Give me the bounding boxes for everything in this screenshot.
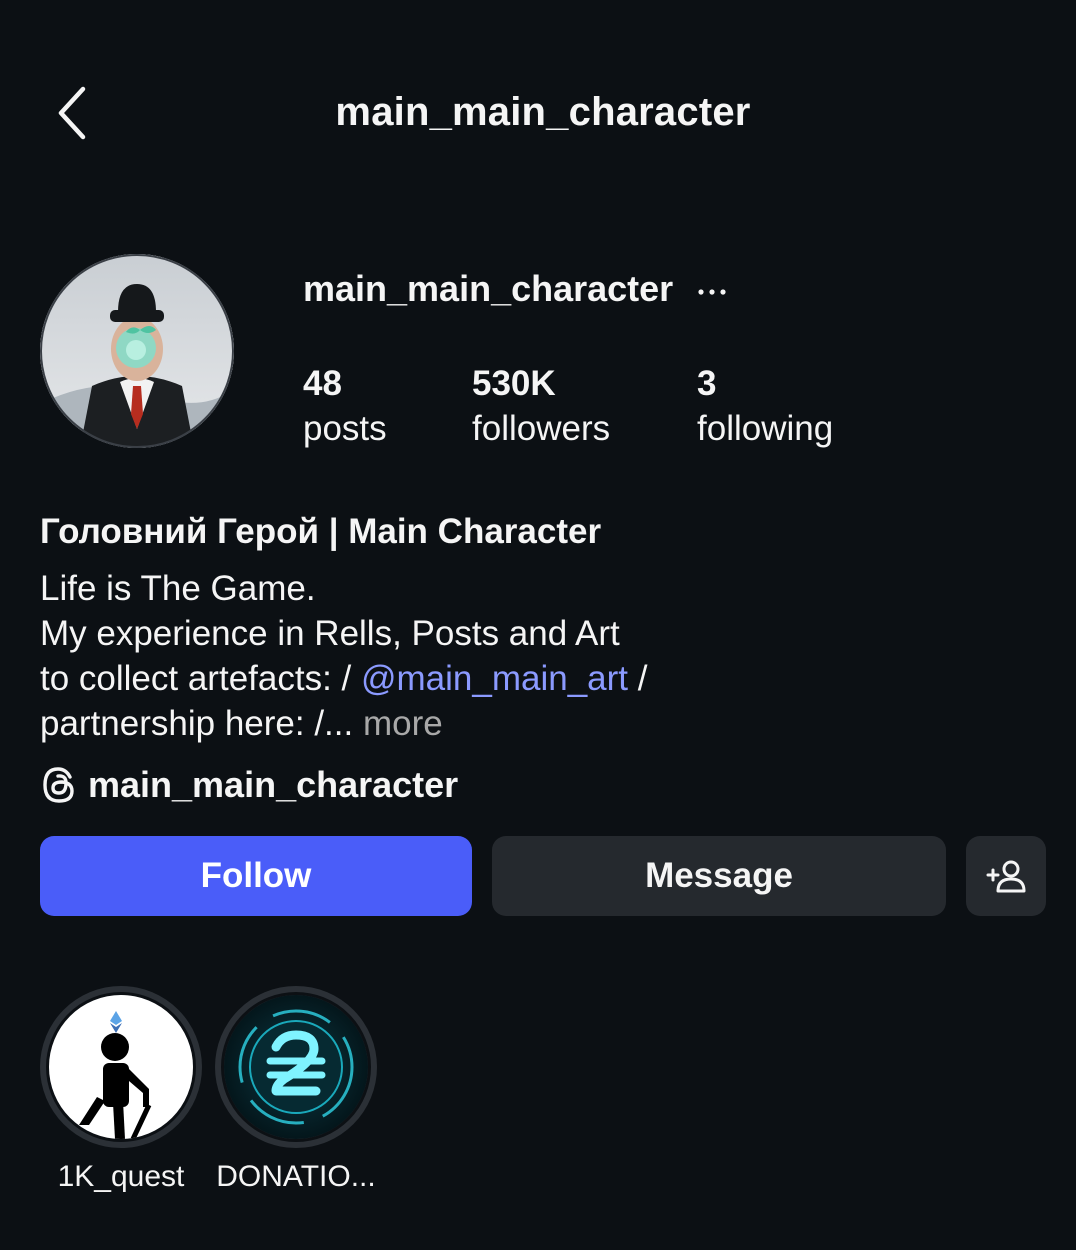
walking-person-icon bbox=[49, 995, 193, 1139]
bio-text-segment: partnership here: /... bbox=[40, 704, 363, 743]
add-user-icon bbox=[986, 860, 1026, 893]
stat-value: 530K bbox=[472, 364, 556, 403]
bio-line: My experience in Rells, Posts and Art bbox=[40, 614, 620, 653]
message-button[interactable]: Message bbox=[492, 836, 946, 916]
stat-label: following bbox=[697, 409, 834, 448]
bio-text-segment: / bbox=[628, 659, 648, 698]
suggested-users-button[interactable] bbox=[966, 836, 1046, 916]
highlight-1k-quest[interactable]: 1K_quest bbox=[40, 986, 202, 1194]
profile-username: main_main_character bbox=[303, 268, 674, 309]
threads-icon bbox=[43, 767, 74, 803]
highlight-ring bbox=[215, 986, 377, 1148]
stat-following[interactable]: 3 following bbox=[697, 362, 833, 452]
ellipsis-icon bbox=[698, 289, 726, 295]
stat-followers[interactable]: 530K followers bbox=[472, 362, 610, 452]
stat-label: followers bbox=[472, 409, 611, 448]
avatar[interactable] bbox=[40, 254, 234, 448]
page-title: main_main_character bbox=[335, 90, 751, 134]
highlight-ring bbox=[40, 986, 202, 1148]
bio-line: to collect artefacts: / @main_main_art / bbox=[40, 656, 647, 701]
top-bar: main_main_character bbox=[0, 0, 1076, 230]
highlight-label: 1K_quest bbox=[57, 1160, 185, 1193]
stat-value: 3 bbox=[697, 364, 717, 403]
more-options-button[interactable] bbox=[692, 272, 732, 312]
stat-posts[interactable]: 48 posts bbox=[303, 362, 387, 452]
bio-text: Life is The Game. My experience in Rells… bbox=[40, 566, 647, 746]
bio-line: partnership here: /... more bbox=[40, 701, 647, 746]
bio-line: Life is The Game. bbox=[40, 569, 316, 608]
bio-text-segment: to collect artefacts: / bbox=[40, 659, 361, 698]
bio-full-name: Головний Герой | Main Character bbox=[40, 512, 602, 551]
threads-username: main_main_character bbox=[88, 764, 459, 805]
highlight-cover bbox=[46, 992, 196, 1142]
highlight-label: DONATIO... bbox=[216, 1160, 376, 1193]
highlight-donation[interactable]: DONATIO... bbox=[215, 986, 377, 1194]
stat-value: 48 bbox=[303, 364, 342, 403]
threads-link[interactable]: main_main_character bbox=[40, 764, 458, 806]
avatar-image bbox=[40, 254, 234, 448]
follow-button[interactable]: Follow bbox=[40, 836, 472, 916]
highlight-cover bbox=[221, 992, 371, 1142]
hryvnia-icon bbox=[224, 995, 368, 1139]
more-link[interactable]: more bbox=[363, 704, 443, 743]
stat-label: posts bbox=[303, 409, 387, 448]
mention-link[interactable]: @main_main_art bbox=[361, 659, 628, 698]
